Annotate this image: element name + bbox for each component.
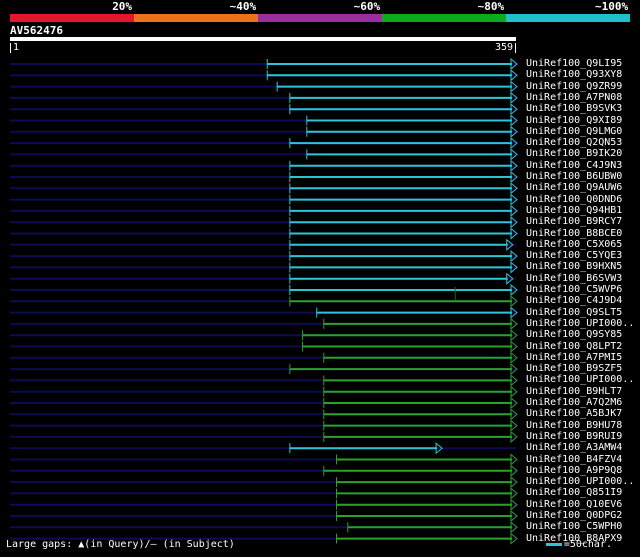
hit-label[interactable]: UniRef100_A3AMW4: [526, 442, 622, 453]
hit-label[interactable]: UniRef100_C5X065: [526, 239, 622, 250]
hit-label[interactable]: UniRef100_Q8LPT2: [526, 341, 622, 352]
hit-label[interactable]: UniRef100_C5WVP6: [526, 284, 622, 295]
hit-label[interactable]: UniRef100_B6SVW3: [526, 273, 622, 284]
hit-label[interactable]: UniRef100_B9SZF5: [526, 363, 622, 374]
gaps-query-text: (in Query)/: [84, 539, 151, 550]
hit-label[interactable]: UniRef100_C5WPH0: [526, 521, 622, 532]
hit-label[interactable]: UniRef100_Q93XY8: [526, 69, 622, 80]
scale-legend-text: =50char.: [563, 539, 612, 550]
hit-label[interactable]: UniRef100_C4J9N3: [526, 160, 622, 171]
hit-label[interactable]: UniRef100_Q10EV6: [526, 499, 622, 510]
hit-label[interactable]: UniRef100_Q851I9: [526, 487, 622, 498]
hit-label[interactable]: UniRef100_UPI000..: [526, 318, 634, 329]
gaps-prefix: Large gaps:: [6, 539, 73, 550]
scale-legend: =50char.: [545, 536, 612, 553]
hit-label[interactable]: UniRef100_Q9AUW6: [526, 182, 622, 193]
gap-legend: Large gaps: ▲(in Query)/– (in Subject): [6, 536, 235, 553]
hit-label[interactable]: UniRef100_Q9XI89: [526, 115, 622, 126]
hit-label[interactable]: UniRef100_Q94HB1: [526, 205, 622, 216]
hit-label[interactable]: UniRef100_UPI000..: [526, 476, 634, 487]
hit-label[interactable]: UniRef100_B6UBW0: [526, 171, 622, 182]
hit-label[interactable]: UniRef100_Q0DND6: [526, 194, 622, 205]
footer-legend: Large gaps: ▲(in Query)/– (in Subject) =…: [0, 536, 640, 553]
hit-label[interactable]: UniRef100_A5BJK7: [526, 408, 622, 419]
hit-label[interactable]: UniRef100_Q2QN53: [526, 137, 622, 148]
hit-label[interactable]: UniRef100_C4J9D4: [526, 295, 622, 306]
gaps-subject-text: (in Subject): [156, 539, 235, 550]
hit-label[interactable]: UniRef100_C5YQE3: [526, 250, 622, 261]
hit-label[interactable]: UniRef100_UPI000..: [526, 374, 634, 385]
hit-label[interactable]: UniRef100_A7PN08: [526, 92, 622, 103]
hit-label[interactable]: UniRef100_A7Q2M6: [526, 397, 622, 408]
hit-label[interactable]: UniRef100_A9P9Q8: [526, 465, 622, 476]
hit-label[interactable]: UniRef100_Q9LI95: [526, 58, 622, 69]
hit-label[interactable]: UniRef100_B9HU78: [526, 420, 622, 431]
hit-label[interactable]: UniRef100_Q9SY85: [526, 329, 622, 340]
hit-label[interactable]: UniRef100_B9RCY7: [526, 216, 622, 227]
hit-label[interactable]: UniRef100_B9RUI9: [526, 431, 622, 442]
hit-label[interactable]: UniRef100_B9SVK3: [526, 103, 622, 114]
hit-label[interactable]: UniRef100_Q9SLT5: [526, 307, 622, 318]
hit-label[interactable]: UniRef100_B4FZV4: [526, 454, 622, 465]
hit-label[interactable]: UniRef100_Q9ZR99: [526, 81, 622, 92]
scale-swatch-icon: [545, 543, 562, 546]
hit-label[interactable]: UniRef100_B9HXN5: [526, 261, 622, 272]
hit-list: UniRef100_Q9LI95 UniRef100_Q93XY8 UniRef10…: [0, 0, 640, 553]
hit-label[interactable]: UniRef100_Q9LMG0: [526, 126, 622, 137]
hit-label[interactable]: UniRef100_B9HLT7: [526, 386, 622, 397]
hit-label[interactable]: UniRef100_Q0DPG2: [526, 510, 622, 521]
hit-label[interactable]: UniRef100_A7PMI5: [526, 352, 622, 363]
hit-label[interactable]: UniRef100_B8BCE0: [526, 228, 622, 239]
hit-label[interactable]: UniRef100_B9IK20: [526, 148, 622, 159]
